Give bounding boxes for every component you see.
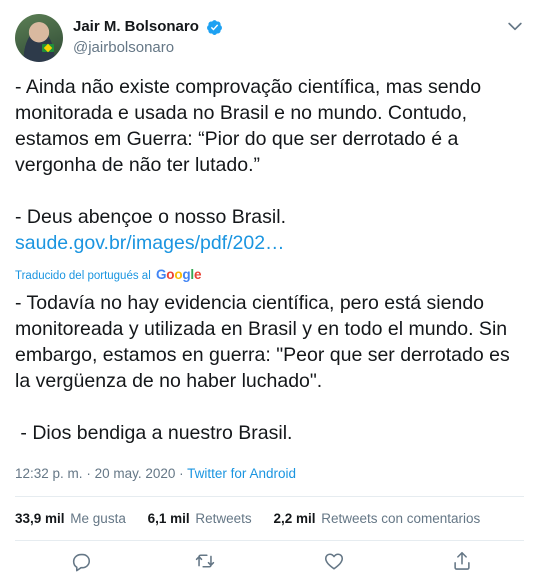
flag-icon <box>42 44 54 52</box>
chevron-down-icon[interactable] <box>505 16 525 36</box>
meta-separator: · <box>86 466 91 481</box>
heart-icon <box>324 553 344 570</box>
display-name[interactable]: Jair M. Bolsonaro <box>73 17 199 37</box>
tweet-card: Jair M. Bolsonaro @jairbolsonaro - Ainda… <box>0 0 539 577</box>
engagement-stats: 33,9 mil Me gusta 6,1 mil Retweets 2,2 m… <box>15 510 498 528</box>
tweet-paragraph: - Ainda não existe comprovação científic… <box>15 76 487 176</box>
likes-stat[interactable]: 33,9 mil Me gusta <box>15 510 126 528</box>
quotes-stat[interactable]: 2,2 mil Retweets con comentarios <box>273 510 480 528</box>
reply-icon <box>72 553 91 572</box>
tweet-link[interactable]: saude.gov.br/images/pdf/202… <box>15 232 285 254</box>
divider <box>15 540 524 541</box>
divider <box>15 496 524 497</box>
translated-paragraph: - Dios bendiga a nuestro Brasil. <box>15 422 293 444</box>
user-names: Jair M. Bolsonaro @jairbolsonaro <box>73 17 223 58</box>
user-handle[interactable]: @jairbolsonaro <box>73 38 223 58</box>
google-logo: Google <box>155 267 202 282</box>
translated-text: - Todavía no hay evidencia científica, p… <box>15 290 520 446</box>
translated-paragraph: - Todavía no hay evidencia científica, p… <box>15 292 516 392</box>
reply-button[interactable] <box>70 550 94 574</box>
avatar[interactable] <box>15 14 63 62</box>
action-bar <box>0 550 539 574</box>
translation-attribution[interactable]: Traducido del portugués al Google <box>15 267 201 284</box>
verified-badge-icon <box>207 19 223 35</box>
like-button[interactable] <box>323 550 347 574</box>
retweet-icon <box>195 554 215 568</box>
tweet-header: Jair M. Bolsonaro @jairbolsonaro <box>15 14 525 62</box>
share-icon <box>454 551 470 570</box>
share-button[interactable] <box>451 550 475 574</box>
tweet-paragraph: - Deus abençoe o nosso Brasil. <box>15 206 286 228</box>
tweet-time[interactable]: 12:32 p. m. <box>15 466 83 481</box>
retweet-button[interactable] <box>194 550 218 574</box>
retweets-stat[interactable]: 6,1 mil Retweets <box>148 510 252 528</box>
tweet-source[interactable]: Twitter for Android <box>187 466 296 481</box>
tweet-text: - Ainda não existe comprovação científic… <box>15 74 520 256</box>
translation-label: Traducido del portugués al <box>15 270 151 282</box>
tweet-date[interactable]: 20 may. 2020 <box>95 466 176 481</box>
tweet-meta: 12:32 p. m. · 20 may. 2020 · Twitter for… <box>15 465 296 483</box>
meta-separator: · <box>179 466 184 481</box>
